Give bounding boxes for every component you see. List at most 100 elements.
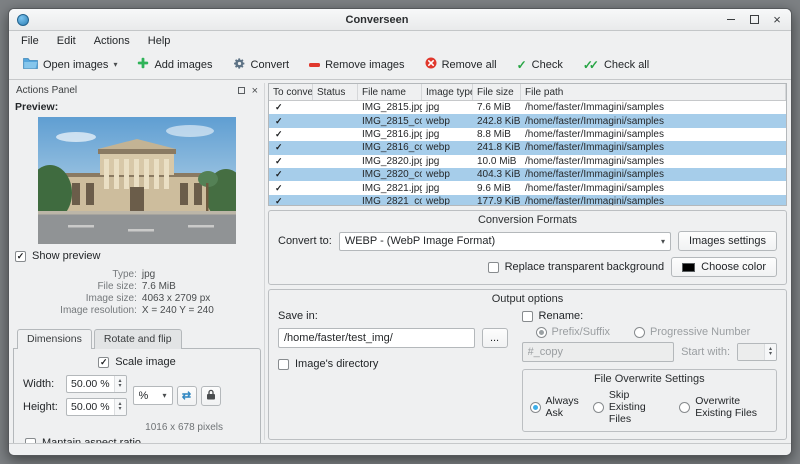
color-swatch (682, 262, 696, 272)
header-image-type[interactable]: Image type (422, 84, 473, 100)
show-preview-checkbox[interactable]: ✓ Show preview (15, 250, 259, 262)
cell-image-type: jpg (426, 182, 440, 194)
replace-background-checkbox[interactable]: Replace transparent background (487, 261, 664, 273)
cell-file-size: 9.6 MiB (477, 182, 511, 194)
menu-edit[interactable]: Edit (49, 33, 84, 49)
spinner-arrows-icon[interactable]: ▴ ▾ (113, 376, 126, 392)
images-settings-button[interactable]: Images settings (677, 231, 777, 251)
header-file-name[interactable]: File name (358, 84, 422, 100)
checkmark-icon[interactable]: ✓ (273, 196, 283, 205)
tab-rotate-flip[interactable]: Rotate and flip (93, 329, 182, 349)
menu-file[interactable]: File (13, 33, 47, 49)
cell-file-size: 7.6 MiB (477, 102, 511, 114)
checkbox-unchecked-icon (278, 358, 289, 370)
file-table-body: ✓ IMG_2815.jpg jpg 7.6 MiB /home/faster/… (269, 101, 786, 205)
scale-image-checkbox[interactable]: ✓ Scale image (23, 356, 251, 368)
cell-to-convert[interactable]: ✓ (269, 196, 313, 205)
info-filesize-label: File size: (97, 281, 137, 292)
cell-to-convert[interactable]: ✓ (269, 169, 313, 180)
spinner-arrows-icon[interactable]: ▴ ▾ (113, 399, 126, 415)
table-row[interactable]: ✓ IMG_2816.jpg jpg 8.8 MiB /home/faster/… (269, 128, 786, 141)
open-images-button[interactable]: Open images ▾ (16, 53, 124, 76)
skip-existing-radio[interactable]: Skip Existing Files (592, 389, 665, 425)
dimension-tabs: Dimensions Rotate and flip ✓ Scale image… (13, 329, 261, 455)
titlebar[interactable]: Converseen × (9, 9, 791, 31)
images-directory-checkbox[interactable]: Image's directory (278, 358, 508, 370)
overwrite-existing-radio[interactable]: Overwrite Existing Files (679, 389, 769, 425)
menu-actions[interactable]: Actions (86, 33, 138, 49)
choose-color-button[interactable]: Choose color (671, 257, 777, 277)
reset-dimensions-button[interactable]: ⇄ (176, 385, 197, 406)
table-row[interactable]: ✓ IMG_2820_co... webp 404.3 KiB /home/fa… (269, 167, 786, 182)
rename-pattern-input[interactable] (521, 342, 675, 362)
tab-dimensions[interactable]: Dimensions (17, 329, 92, 349)
checkmark-icon[interactable]: ✓ (273, 116, 283, 126)
file-table-header: To convert Status File name Image type F… (269, 84, 786, 101)
cell-to-convert[interactable]: ✓ (269, 142, 313, 153)
browse-button[interactable]: ... (481, 328, 508, 348)
menu-help[interactable]: Help (140, 33, 179, 49)
scale-image-label: Scale image (115, 356, 176, 368)
table-row[interactable]: ✓ IMG_2816_co... webp 241.8 KiB /home/fa… (269, 141, 786, 155)
cell-to-convert[interactable]: ✓ (269, 102, 313, 113)
prefix-suffix-radio[interactable]: Prefix/Suffix (535, 326, 610, 338)
maximize-icon[interactable] (748, 14, 760, 26)
image-info: Type: jpg File size: 7.6 MiB Image size:… (13, 269, 261, 316)
header-file-path[interactable]: File path (521, 84, 786, 100)
progressive-number-radio[interactable]: Progressive Number (634, 326, 750, 338)
check-all-button[interactable]: ✓✓ Check all (576, 55, 656, 75)
start-with-spinner[interactable]: ▴ ▾ (737, 343, 777, 361)
radio-unselected-icon (592, 401, 604, 413)
table-row[interactable]: ✓ IMG_2815_co... webp 242.8 KiB /home/fa… (269, 114, 786, 128)
close-icon[interactable]: × (771, 13, 783, 26)
lock-ratio-button[interactable] (200, 385, 221, 406)
cell-file-name: IMG_2820.jpg (362, 155, 422, 167)
table-row[interactable]: ✓ IMG_2820.jpg jpg 10.0 MiB /home/faster… (269, 155, 786, 168)
close-panel-icon[interactable]: × (252, 85, 258, 96)
main-content: Actions Panel × Preview: ✓ Show preview … (9, 80, 791, 455)
convert-button[interactable]: Convert (226, 53, 297, 77)
remove-images-button[interactable]: Remove images (302, 55, 411, 75)
rename-checkbox[interactable]: Rename: (521, 310, 777, 322)
cell-file-path: /home/faster/Immagini/samples (525, 195, 664, 205)
checkmark-icon[interactable]: ✓ (273, 129, 283, 139)
always-ask-radio[interactable]: Always Ask (529, 389, 579, 425)
cell-to-convert[interactable]: ✓ (269, 129, 313, 140)
cell-image-type: webp (426, 142, 450, 154)
header-file-size[interactable]: File size (473, 84, 521, 100)
open-images-label: Open images (43, 58, 109, 71)
table-row[interactable]: ✓ IMG_2821_co... webp 177.9 KiB /home/fa… (269, 194, 786, 205)
chevron-down-icon: ▾ (113, 60, 118, 69)
height-spinner[interactable]: 50.00 % ▴ ▾ (66, 398, 127, 416)
spinner-arrows-icon[interactable]: ▴ ▾ (764, 344, 776, 360)
minimize-icon[interactable] (725, 14, 737, 26)
cell-to-convert[interactable]: ✓ (269, 156, 313, 167)
float-panel-icon[interactable] (237, 87, 245, 94)
cell-file-name: IMG_2816.jpg (362, 128, 422, 140)
result-pixels-text: 1016 x 678 pixels (145, 422, 223, 433)
remove-all-button[interactable]: Remove all (418, 53, 504, 76)
checkmark-icon[interactable]: ✓ (273, 102, 283, 112)
checkmark-icon[interactable]: ✓ (273, 142, 283, 152)
info-type-value: jpg (141, 269, 156, 280)
info-imagesize-label: Image size: (85, 293, 137, 304)
cell-file-size: 8.8 MiB (477, 128, 511, 140)
check-button[interactable]: ✓ Check (510, 55, 570, 75)
conversion-formats-group: Conversion Formats Convert to: WEBP - (W… (268, 210, 787, 285)
checkmark-icon[interactable]: ✓ (273, 156, 283, 166)
table-row[interactable]: ✓ IMG_2815.jpg jpg 7.6 MiB /home/faster/… (269, 101, 786, 114)
header-status[interactable]: Status (313, 84, 358, 100)
add-images-button[interactable]: Add images (130, 53, 219, 76)
dimensions-tab-content: ✓ Scale image Width: 50.00 % ▴ ▾ Height:… (13, 348, 261, 455)
checkmark-icon[interactable]: ✓ (273, 183, 283, 193)
cell-to-convert[interactable]: ✓ (269, 183, 313, 194)
cell-to-convert[interactable]: ✓ (269, 116, 313, 127)
actions-panel: Actions Panel × Preview: ✓ Show preview … (13, 83, 265, 455)
width-spinner[interactable]: 50.00 % ▴ ▾ (66, 375, 127, 393)
format-select[interactable]: WEBP - (WebP Image Format) ▾ (338, 231, 671, 251)
checkmark-icon[interactable]: ✓ (273, 169, 283, 179)
header-to-convert[interactable]: To convert (269, 84, 313, 100)
unit-select[interactable]: % ▾ (132, 386, 173, 405)
table-row[interactable]: ✓ IMG_2821.jpg jpg 9.6 MiB /home/faster/… (269, 181, 786, 194)
save-path-input[interactable] (278, 328, 475, 348)
